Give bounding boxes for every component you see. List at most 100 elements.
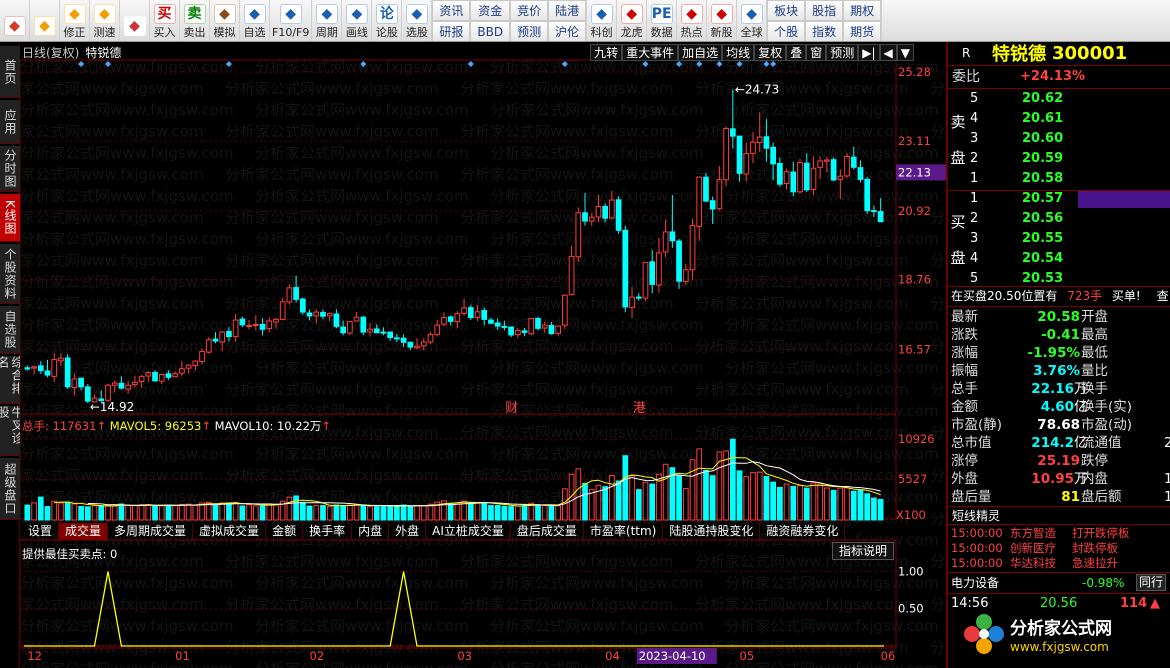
candle-body[interactable] [454,313,461,323]
candle-body[interactable] [508,326,514,336]
candle-body[interactable] [185,364,192,369]
candle-body[interactable] [400,337,407,343]
candle-body[interactable] [669,231,676,242]
chart-tool-button[interactable]: 重大事件 [622,44,679,61]
event-diamond-icon[interactable] [716,61,723,67]
chart-tool-button[interactable]: 预测 [826,44,859,61]
volume-bar[interactable] [91,505,98,521]
volume-bar[interactable] [44,506,51,521]
volume-bar[interactable] [400,504,407,521]
candle-body[interactable] [763,136,770,149]
toolbar-grid-btn[interactable]: 个股 [767,21,806,41]
candle-body[interactable] [467,307,474,318]
candle-body[interactable] [259,324,266,330]
sell-level-row[interactable]: 3 20.60 [948,130,1170,148]
candle-body[interactable] [803,162,810,191]
volume-bar[interactable] [857,489,864,521]
indicator-tab[interactable]: 外盘 [389,523,427,540]
candle-body[interactable] [837,175,844,180]
volume-bar[interactable] [588,488,595,521]
indicator-tab[interactable]: 市盈率(ttm) [584,523,664,540]
candle-body[interactable] [850,156,857,168]
sell-level-row[interactable]: 4 20.61 [948,110,1170,128]
volume-bar[interactable] [320,505,326,521]
candle-body[interactable] [682,269,689,283]
candle-body[interactable] [326,313,333,317]
pe-button[interactable]: PE 数据 [647,0,678,41]
candle-body[interactable] [844,156,850,177]
volume-bar[interactable] [790,485,797,521]
candle-body[interactable] [353,316,360,322]
volume-bar[interactable] [508,506,514,521]
candle-body[interactable] [447,316,454,322]
volume-bar[interactable] [609,475,615,521]
volume-bar[interactable] [481,502,488,521]
volume-bar[interactable] [803,487,810,521]
indicator-explain-button[interactable]: 指标说明 [832,542,895,560]
candle-body[interactable] [461,307,467,314]
globe-button[interactable]: ◆ 全球 [737,0,768,41]
candle-body[interactable] [132,381,138,386]
toolbar-grid-btn[interactable]: BBD [470,21,511,41]
volume-bar[interactable] [232,501,239,521]
chart-tool-button[interactable]: 均线 [722,44,755,61]
toolbar-grid-btn[interactable]: 研报 [432,21,471,41]
candle-body[interactable] [743,153,750,175]
indicator-tab[interactable]: 内盘 [352,523,390,540]
volume-bar[interactable] [185,503,192,521]
news-item[interactable]: 15:00:00 创新医疗 封跌停板 [948,541,1170,556]
up-down-button[interactable]: ◆ 修正 [60,0,90,41]
candle-body[interactable] [394,337,400,340]
volume-bar[interactable] [602,486,609,521]
volume-bar[interactable] [360,504,367,521]
candle-body[interactable] [810,167,817,191]
candle-body[interactable] [602,205,609,219]
volume-bar[interactable] [467,502,474,521]
back-arrow-button[interactable]: ◆ [30,0,60,41]
volume-bar[interactable] [306,505,313,521]
volume-bar[interactable] [555,505,561,521]
candle-body[interactable] [777,163,783,185]
volume-bar[interactable] [756,471,763,521]
candle-body[interactable] [568,255,575,296]
sell-level-row[interactable]: 5 20.62 [948,90,1170,108]
volume-bar[interactable] [226,502,232,521]
candle-body[interactable] [736,135,743,174]
volume-bar[interactable] [326,505,333,521]
candle-body[interactable] [273,318,279,323]
volume-bar[interactable] [111,505,118,521]
candle-body[interactable] [51,359,58,377]
candle-body[interactable] [199,351,205,362]
volume-bar[interactable] [501,505,508,521]
volume-bar[interactable] [407,505,414,521]
candle-body[interactable] [441,317,447,325]
toolbar-grid-btn[interactable]: 股指 [805,0,844,21]
volume-bar[interactable] [703,469,709,521]
candle-body[interactable] [629,296,635,308]
event-diamond-icon[interactable] [467,61,474,67]
candle-body[interactable] [649,261,656,285]
candle-body[interactable] [58,357,64,362]
candle-body[interactable] [179,368,185,374]
candle-body[interactable] [729,128,736,137]
volume-bar[interactable] [696,448,703,521]
candle-body[interactable] [535,317,541,329]
candle-body[interactable] [414,345,420,349]
volume-bar[interactable] [37,496,44,521]
chart-tool-button[interactable]: 九转 [590,44,623,61]
candle-body[interactable] [24,367,31,370]
candle-body[interactable] [347,321,353,334]
indicator-tab[interactable]: 设置 [22,523,60,540]
volume-bar[interactable] [340,505,346,521]
candle-body[interactable] [105,384,111,401]
candle-body[interactable] [44,370,51,376]
volume-bar[interactable] [313,504,320,521]
volume-bar[interactable] [239,505,246,521]
sector-row[interactable]: 电力设备 -0.98% 同行 [948,574,1170,592]
volume-bar[interactable] [662,463,669,521]
volume-bar[interactable] [58,502,64,521]
candle-body[interactable] [333,313,340,327]
volume-bar[interactable] [709,475,716,521]
volume-bar[interactable] [716,451,723,521]
volume-bar[interactable] [488,505,494,521]
